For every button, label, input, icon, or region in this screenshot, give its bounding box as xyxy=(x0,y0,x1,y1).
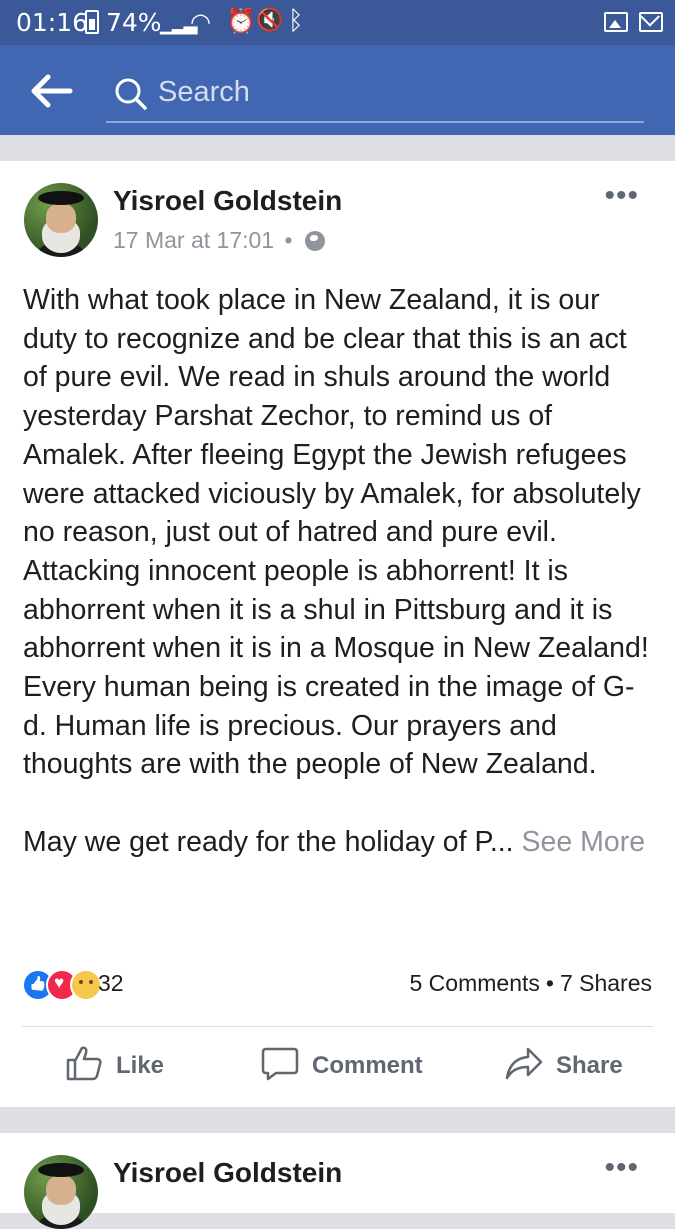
search-header xyxy=(0,45,675,135)
post-timestamp[interactable]: 17 Mar at 17:01 xyxy=(113,227,274,253)
search-field[interactable] xyxy=(106,65,644,123)
search-icon xyxy=(114,77,148,111)
post-card: Yisroel Goldstein 17 Mar at 17:01 • ••• … xyxy=(0,161,675,1107)
gallery-icon xyxy=(604,12,628,32)
meta-separator: • xyxy=(284,227,293,253)
back-arrow-icon[interactable] xyxy=(30,73,74,109)
like-label: Like xyxy=(116,1052,165,1079)
battery-percent: 74% xyxy=(106,8,162,37)
post-author[interactable]: Yisroel Goldstein xyxy=(113,1157,342,1189)
post-paragraph: May we get ready for the holiday of P...… xyxy=(23,823,653,862)
bluetooth-icon: ᛒ xyxy=(288,6,304,36)
post-meta: 17 Mar at 17:01 • xyxy=(113,227,325,254)
share-arrow-icon xyxy=(504,1043,544,1090)
battery-icon xyxy=(85,10,99,34)
stats-separator: • xyxy=(545,970,554,996)
post-card: Yisroel Goldstein ••• xyxy=(0,1133,675,1229)
avatar[interactable] xyxy=(24,183,98,257)
like-button[interactable]: Like xyxy=(64,1041,164,1091)
share-label: Share xyxy=(556,1052,623,1079)
post-actions: Like Comment Share xyxy=(0,1041,675,1091)
share-button[interactable]: Share xyxy=(504,1041,623,1091)
comment-bubble-icon xyxy=(260,1043,300,1090)
mute-icon: 🔇 xyxy=(256,8,284,33)
comment-button[interactable]: Comment xyxy=(260,1041,423,1091)
status-time: 01:16 xyxy=(16,8,89,37)
post-paragraph-truncated: May we get ready for the holiday of P... xyxy=(23,825,522,858)
search-input[interactable] xyxy=(156,71,630,113)
post-body: With what took place in New Zealand, it … xyxy=(23,281,653,862)
avatar[interactable] xyxy=(24,1155,98,1229)
comments-count[interactable]: 5 Comments xyxy=(410,970,540,996)
see-more-link[interactable]: See More xyxy=(522,826,646,858)
post-paragraph: With what took place in New Zealand, it … xyxy=(23,284,649,781)
more-options-icon[interactable]: ••• xyxy=(604,181,639,211)
thumbs-up-icon xyxy=(64,1043,104,1090)
alarm-icon: ⏰ xyxy=(226,7,256,35)
comment-label: Comment xyxy=(312,1052,423,1079)
more-options-icon[interactable]: ••• xyxy=(604,1153,639,1183)
post-stats: 5 Comments • 7 Shares xyxy=(410,970,653,997)
status-bar: 01:16 74% ▁▂▃ ◠ ⏰ 🔇 ᛒ xyxy=(0,0,675,45)
shares-count[interactable]: 7 Shares xyxy=(560,970,652,996)
wifi-icon: ◠ xyxy=(190,8,211,36)
mail-icon xyxy=(639,12,663,32)
post-author[interactable]: Yisroel Goldstein xyxy=(113,185,342,217)
divider xyxy=(22,1026,653,1027)
globe-icon xyxy=(304,231,325,251)
reaction-count[interactable]: 32 xyxy=(98,970,124,997)
